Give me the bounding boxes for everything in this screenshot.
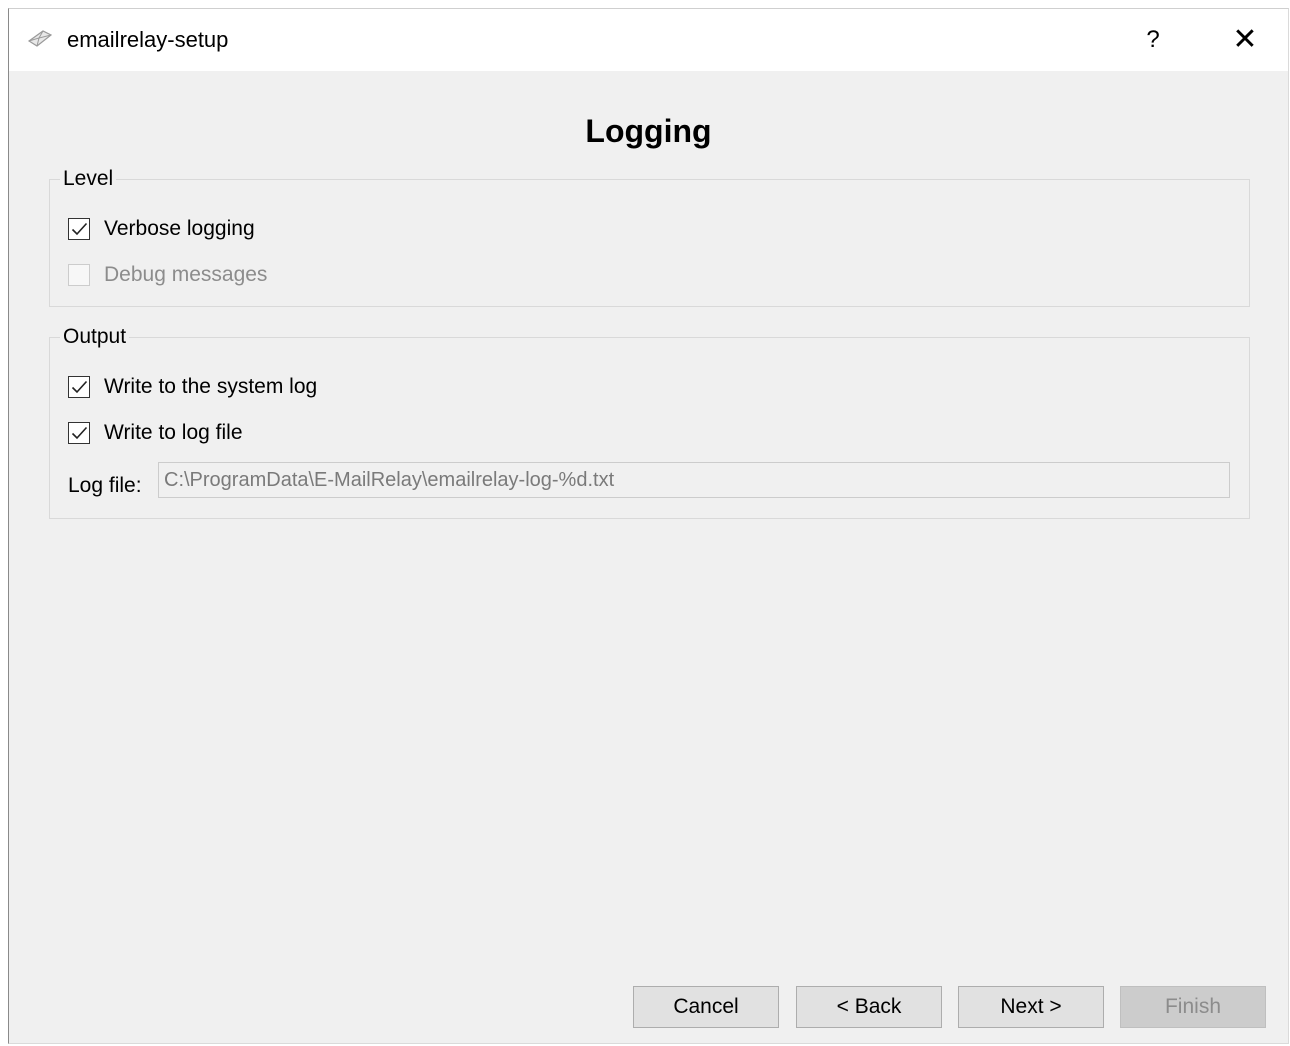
log-file-path-input[interactable] xyxy=(158,462,1230,498)
next-button[interactable]: Next > xyxy=(958,986,1104,1028)
help-button[interactable]: ? xyxy=(1129,19,1177,61)
page-title: Logging xyxy=(585,113,712,149)
log-file-checkbox-row[interactable]: Write to log file xyxy=(68,419,243,447)
envelope-icon xyxy=(27,30,53,47)
debug-messages-checkbox-row: Debug messages xyxy=(68,261,267,289)
debug-messages-checkbox xyxy=(68,264,90,286)
finish-button: Finish xyxy=(1120,986,1266,1028)
back-button[interactable]: < Back xyxy=(796,986,942,1028)
log-file-checkbox[interactable] xyxy=(68,422,90,444)
system-log-checkbox-row[interactable]: Write to the system log xyxy=(68,373,317,401)
debug-messages-label: Debug messages xyxy=(104,263,268,286)
system-log-label[interactable]: Write to the system log xyxy=(104,374,317,400)
level-group-label: Level xyxy=(60,167,117,191)
log-file-field-label: Log file: xyxy=(68,474,142,497)
verbose-logging-checkbox-row[interactable]: Verbose logging xyxy=(68,215,255,243)
title-bar: emailrelay-setup ? ✕ xyxy=(9,9,1288,71)
verbose-logging-checkbox[interactable] xyxy=(68,218,90,240)
window-title: emailrelay-setup xyxy=(67,27,229,52)
log-file-checkbox-label[interactable]: Write to log file xyxy=(104,420,243,446)
close-button[interactable]: ✕ xyxy=(1221,19,1269,61)
system-log-checkbox[interactable] xyxy=(68,376,90,398)
checkmark-icon xyxy=(71,380,88,394)
verbose-logging-label[interactable]: Verbose logging xyxy=(104,216,255,242)
output-groupbox: Output Write to the system log Write to … xyxy=(49,325,1250,519)
level-groupbox: Level Verbose logging Debug messages xyxy=(49,167,1250,307)
cancel-button[interactable]: Cancel xyxy=(633,986,779,1028)
output-group-label: Output xyxy=(60,325,130,349)
checkmark-icon xyxy=(71,426,88,440)
checkmark-icon xyxy=(71,222,88,236)
setup-window: emailrelay-setup ? ✕ Logging Level Verbo… xyxy=(8,8,1289,1044)
